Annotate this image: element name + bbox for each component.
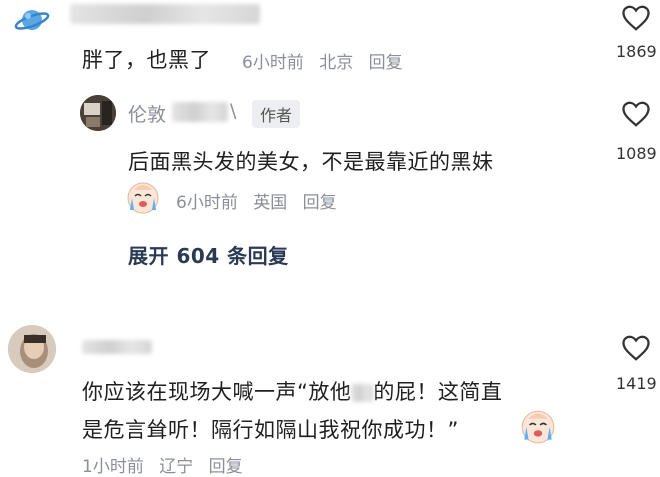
user-avatar[interactable] (8, 325, 56, 373)
planet-avatar-icon[interactable] (14, 2, 50, 38)
reply-button[interactable]: 回复 (369, 53, 403, 73)
reply-location: 英国 (253, 193, 288, 213)
comment-meta: 1小时前 辽宁 回复 (82, 452, 253, 477)
reply-button[interactable]: 回复 (303, 193, 337, 213)
blurred-author-name (172, 102, 228, 122)
reply-text: 后面黑头发的美女，不是最靠近的黑妹 (128, 150, 494, 174)
like-group[interactable]: 1869 (612, 4, 660, 61)
like-group[interactable]: 1089 (612, 100, 660, 163)
heart-icon[interactable] (621, 4, 651, 32)
comment-text-line2: 是危言耸听！隔行如隔山我祝你成功！” (82, 418, 459, 442)
heart-icon[interactable] (621, 100, 651, 128)
blurred-username (70, 4, 260, 24)
comment-text-line1: 你应该在现场大喊一声“放他 的屁！这简直 (82, 380, 503, 404)
comment-time: 6小时前 (242, 53, 304, 73)
like-count: 1869 (616, 42, 657, 61)
blurred-word (351, 384, 374, 402)
reply-meta: 6小时前 英国 回复 (176, 188, 347, 213)
reply-time: 6小时前 (176, 193, 238, 213)
author-name-end: \ (230, 100, 237, 122)
comment-location: 辽宁 (159, 457, 194, 477)
heart-icon[interactable] (621, 334, 651, 362)
author-avatar[interactable] (80, 95, 116, 131)
author-name[interactable]: 伦敦 (128, 100, 166, 127)
crying-emoji-icon (518, 406, 558, 446)
author-tag: 作者 (252, 100, 301, 128)
blurred-username (82, 340, 152, 354)
comment-location: 北京 (319, 53, 354, 73)
expand-replies-button[interactable]: 展开 604 条回复 (128, 240, 289, 269)
comment-meta: 6小时前 北京 回复 (242, 48, 413, 73)
like-count: 1089 (616, 144, 657, 163)
like-count: 1419 (616, 374, 657, 393)
reply-button[interactable]: 回复 (209, 457, 243, 477)
comment-text: 胖了，也黑了 (82, 48, 211, 72)
comment-time: 1小时前 (82, 457, 144, 477)
like-group[interactable]: 1419 (612, 334, 660, 393)
crying-emoji-icon (124, 178, 162, 216)
